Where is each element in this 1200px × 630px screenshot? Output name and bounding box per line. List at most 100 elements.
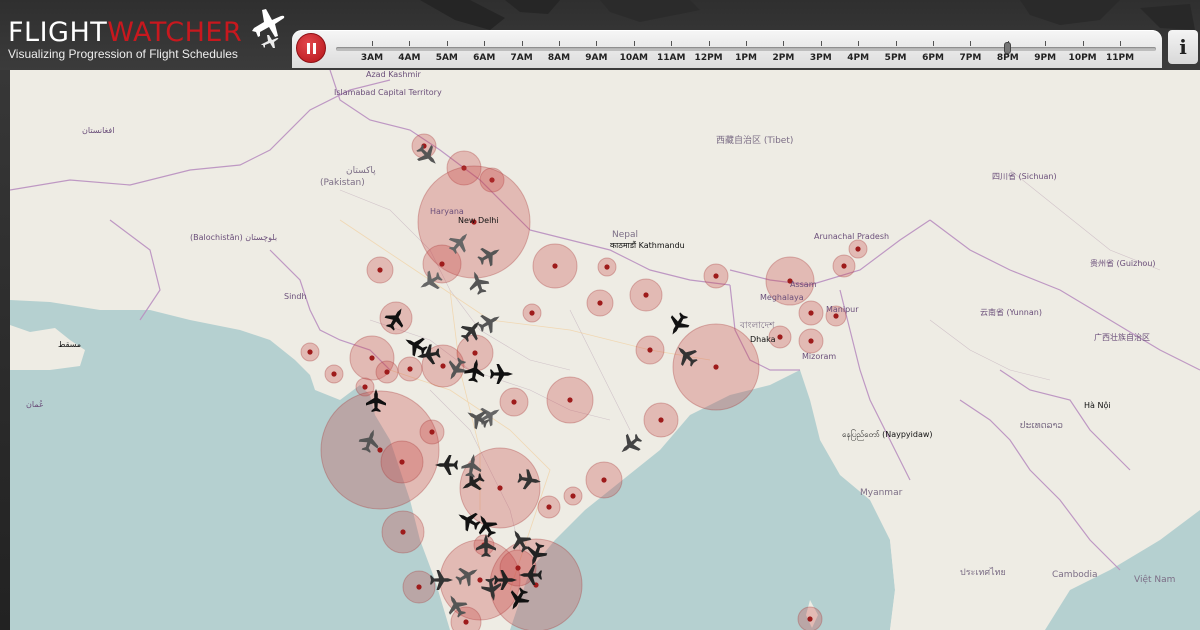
airport-dot [529,310,535,316]
map-label-dhaka: Dhaka [750,335,776,344]
hour-tick [1082,41,1084,46]
hour-label-8am[interactable]: 8AM [548,53,570,63]
hour-tick [446,41,448,46]
map-label-naypyidaw: နေပြည်တော် (Naypyidaw) [842,430,933,439]
map-label-nepal: Nepal [612,230,638,240]
hour-label-9am[interactable]: 9AM [585,53,607,63]
hour-label-3pm[interactable]: 3PM [810,53,832,63]
app-title-part2: WATCHER [107,17,243,48]
hour-label-10pm[interactable]: 10PM [1069,53,1097,63]
airport-dot [331,371,337,377]
map-label-yunnan: 云南省 (Yunnan) [980,308,1042,317]
map-label-meghalaya: Meghalaya [760,293,804,302]
map-label-viet-nam: Việt Nam [1134,575,1176,585]
airport-dot [463,619,469,625]
hour-label-8pm[interactable]: 8PM [997,53,1019,63]
airport-dot [808,338,814,344]
hour-label-2pm[interactable]: 2PM [772,53,794,63]
airport-dot [416,584,422,590]
myanmar-south [890,480,950,630]
airport-dot [377,447,383,453]
map-label-tibet: 西藏自治区 (Tibet) [716,136,794,146]
hour-tick [1120,41,1121,46]
map-label-arunachal: Arunachal Pradesh [814,232,890,241]
airport-dot [604,264,610,270]
hour-label-11pm[interactable]: 11PM [1106,53,1134,63]
airport-dot [429,429,435,435]
pause-icon-bar [313,43,316,54]
hour-label-3am[interactable]: 3AM [361,53,383,63]
map-label-laos: ປະເທດລາວ [1020,421,1064,431]
hour-label-7am[interactable]: 7AM [511,53,533,63]
hour-tick [671,41,673,46]
map-label-balochistan: (Balochistān) بلوچستان [190,233,278,242]
app-title: FLIGHTWATCHER [8,18,242,48]
airport-dot [807,616,813,622]
hour-label-5pm[interactable]: 5PM [885,53,907,63]
map-label-islamabad: Islamabad Capital Territory [334,88,442,97]
map-label-mizoram: Mizoram [802,352,837,361]
hour-tick [895,41,897,46]
airport-dot [472,350,478,356]
hour-label-1pm[interactable]: 1PM [735,53,757,63]
hour-label-4pm[interactable]: 4PM [847,53,869,63]
map-label-assam: Assam [790,280,817,289]
airport-dot [647,347,653,353]
map-label-ha-noi: Hà Nội [1084,401,1111,410]
pause-button[interactable] [296,33,326,63]
hour-label-12pm[interactable]: 12PM [695,53,723,63]
airport-dot [377,267,383,273]
map-label-bangladesh: বাংলাদেশ [740,321,775,331]
map-label-thailand: ประเทศไทย [960,568,1006,578]
airplane-icon[interactable] [615,430,645,460]
airport-dot [552,263,558,269]
airport-dot [777,334,783,340]
airport-dot [440,363,446,369]
airport-dot [567,397,573,403]
hour-label-7pm[interactable]: 7PM [959,53,981,63]
map-label-haryana: Haryana [430,207,464,216]
airport-dot [407,366,413,372]
hour-tick [783,41,785,46]
map-label-guangxi: 广西壮族自治区 [1094,333,1150,342]
airport-dot [570,493,576,499]
map-label-sindh: Sindh [284,292,307,301]
pause-icon [307,43,310,54]
map-label-manipur: Manipur [826,305,859,314]
airport-dot [833,313,839,319]
airplane-icon[interactable] [475,308,505,337]
airport-dot [643,292,649,298]
airport-dot [597,300,603,306]
info-button[interactable]: i [1168,30,1198,64]
airplane-icon[interactable] [490,364,513,384]
map-label-myanmar: Myanmar [860,488,903,498]
hour-label-5am[interactable]: 5AM [436,53,458,63]
airport-dot [808,310,814,316]
hour-tick [521,41,523,46]
hour-label-4am[interactable]: 4AM [398,53,420,63]
hour-label-10am[interactable]: 10AM [620,53,648,63]
hour-tick [933,41,934,46]
airport-dot [362,384,368,390]
map-label-kathmandu: काठमाडौं Kathmandu [610,241,685,250]
timeline-track[interactable] [336,47,1156,51]
hour-label-6am[interactable]: 6AM [473,53,495,63]
hour-tick [820,41,822,46]
hour-label-6pm[interactable]: 6PM [922,53,944,63]
map-label-azad-kashmir: Azad Kashmir [366,70,421,79]
airport-dot [658,417,664,423]
hour-tick [596,41,598,46]
timeline-slider-handle[interactable] [1004,42,1011,54]
airport-dot [713,364,719,370]
airport-dot [400,529,406,535]
airport-dot [439,261,445,267]
hour-label-9pm[interactable]: 9PM [1034,53,1056,63]
map-label-new-delhi: New Delhi [458,216,499,225]
hour-tick [633,41,635,46]
airport-dot [855,246,861,252]
flight-map[interactable]: Azad Kashmir Islamabad Capital Territory… [10,70,1200,630]
hour-label-11am[interactable]: 11AM [657,53,685,63]
hour-tick [708,41,710,46]
hour-tick [970,41,972,46]
app-title-part1: FLIGHT [8,17,108,48]
